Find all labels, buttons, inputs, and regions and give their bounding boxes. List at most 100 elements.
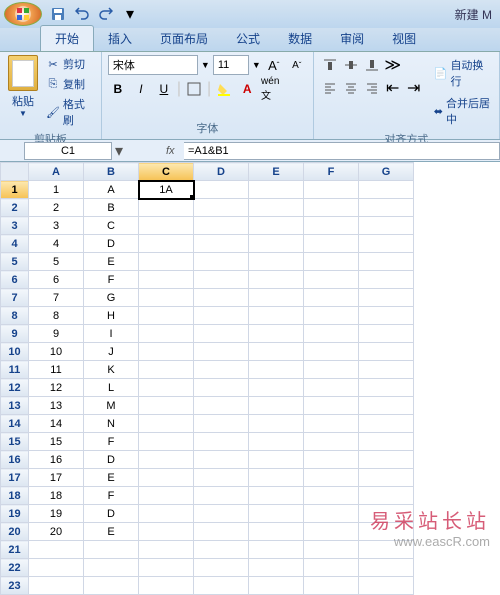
cell[interactable]: 10	[29, 343, 84, 361]
cell[interactable]	[249, 181, 304, 199]
row-header[interactable]: 3	[1, 217, 29, 235]
cell[interactable]	[304, 307, 359, 325]
cell[interactable]: L	[84, 379, 139, 397]
cell[interactable]	[359, 361, 414, 379]
row-header[interactable]: 2	[1, 199, 29, 217]
cell[interactable]	[249, 505, 304, 523]
cell[interactable]	[249, 361, 304, 379]
cell[interactable]: 17	[29, 469, 84, 487]
align-middle-button[interactable]	[341, 55, 361, 75]
cell[interactable]	[194, 451, 249, 469]
row-header[interactable]: 5	[1, 253, 29, 271]
indent-increase-button[interactable]: ⇥	[404, 78, 424, 98]
cell[interactable]	[139, 271, 194, 289]
align-top-button[interactable]	[320, 55, 340, 75]
redo-icon[interactable]	[96, 4, 116, 24]
cell[interactable]: 13	[29, 397, 84, 415]
cell[interactable]	[359, 433, 414, 451]
cell[interactable]	[194, 325, 249, 343]
spreadsheet-grid[interactable]: ABCDEFG11A1A22B33C44D55E66F77G88H99I1010…	[0, 162, 414, 595]
phonetic-button[interactable]: wén文	[260, 79, 280, 99]
align-bottom-button[interactable]	[362, 55, 382, 75]
cell[interactable]	[139, 217, 194, 235]
cell[interactable]	[194, 199, 249, 217]
cell[interactable]	[139, 253, 194, 271]
cell[interactable]	[194, 289, 249, 307]
cell[interactable]	[249, 271, 304, 289]
name-box[interactable]: C1	[24, 142, 112, 160]
row-header[interactable]: 7	[1, 289, 29, 307]
wrap-text-button[interactable]: 📄自动换行	[432, 55, 493, 91]
cell[interactable]	[194, 397, 249, 415]
cell[interactable]: H	[84, 307, 139, 325]
cell[interactable]	[194, 505, 249, 523]
cell[interactable]: 8	[29, 307, 84, 325]
border-button[interactable]	[184, 79, 204, 99]
select-all-corner[interactable]	[1, 163, 29, 181]
row-header[interactable]: 16	[1, 451, 29, 469]
cell[interactable]	[359, 235, 414, 253]
cell[interactable]: 7	[29, 289, 84, 307]
cell[interactable]	[139, 523, 194, 541]
cell[interactable]: F	[84, 271, 139, 289]
fill-color-button[interactable]	[214, 79, 234, 99]
row-header[interactable]: 6	[1, 271, 29, 289]
column-header[interactable]: A	[29, 163, 84, 181]
cell[interactable]	[139, 415, 194, 433]
cell[interactable]	[194, 379, 249, 397]
cell[interactable]: 2	[29, 199, 84, 217]
cell[interactable]	[359, 487, 414, 505]
cell[interactable]	[359, 325, 414, 343]
row-header[interactable]: 15	[1, 433, 29, 451]
cell[interactable]: 4	[29, 235, 84, 253]
cell[interactable]	[194, 217, 249, 235]
row-header[interactable]: 4	[1, 235, 29, 253]
cell[interactable]	[249, 469, 304, 487]
tab-data[interactable]: 数据	[274, 26, 326, 51]
cell[interactable]	[359, 523, 414, 541]
cut-button[interactable]: ✂剪切	[44, 55, 95, 73]
row-header[interactable]: 1	[1, 181, 29, 199]
cell[interactable]	[304, 487, 359, 505]
merge-center-button[interactable]: ⬌合并后居中	[432, 93, 493, 129]
cell[interactable]	[194, 541, 249, 559]
cell[interactable]: 6	[29, 271, 84, 289]
bold-button[interactable]: B	[108, 79, 128, 99]
cell[interactable]	[139, 397, 194, 415]
cell[interactable]	[304, 577, 359, 595]
cell[interactable]	[359, 397, 414, 415]
cell[interactable]	[249, 307, 304, 325]
cell[interactable]	[249, 253, 304, 271]
cell[interactable]: E	[84, 469, 139, 487]
cell[interactable]	[139, 433, 194, 451]
cell[interactable]: 18	[29, 487, 84, 505]
column-header[interactable]: C	[139, 163, 194, 181]
tab-layout[interactable]: 页面布局	[146, 26, 222, 51]
cell[interactable]	[29, 577, 84, 595]
cell[interactable]: I	[84, 325, 139, 343]
cell[interactable]	[249, 541, 304, 559]
save-icon[interactable]	[48, 4, 68, 24]
cell[interactable]	[359, 199, 414, 217]
cell[interactable]	[194, 235, 249, 253]
row-header[interactable]: 8	[1, 307, 29, 325]
orientation-button[interactable]: ≫	[383, 55, 403, 75]
cell[interactable]	[359, 253, 414, 271]
cell[interactable]	[359, 181, 414, 199]
cell[interactable]	[304, 541, 359, 559]
name-box-dropdown[interactable]: ▾	[112, 141, 126, 161]
cell[interactable]	[194, 559, 249, 577]
copy-button[interactable]: ⎘复制	[44, 75, 95, 93]
cell[interactable]	[359, 505, 414, 523]
align-left-button[interactable]	[320, 78, 340, 98]
cell[interactable]	[359, 415, 414, 433]
cell[interactable]: 14	[29, 415, 84, 433]
cell[interactable]: C	[84, 217, 139, 235]
cell[interactable]	[304, 523, 359, 541]
cell[interactable]	[139, 505, 194, 523]
cell[interactable]	[249, 487, 304, 505]
row-header[interactable]: 22	[1, 559, 29, 577]
cell[interactable]: G	[84, 289, 139, 307]
italic-button[interactable]: I	[131, 79, 151, 99]
column-header[interactable]: G	[359, 163, 414, 181]
